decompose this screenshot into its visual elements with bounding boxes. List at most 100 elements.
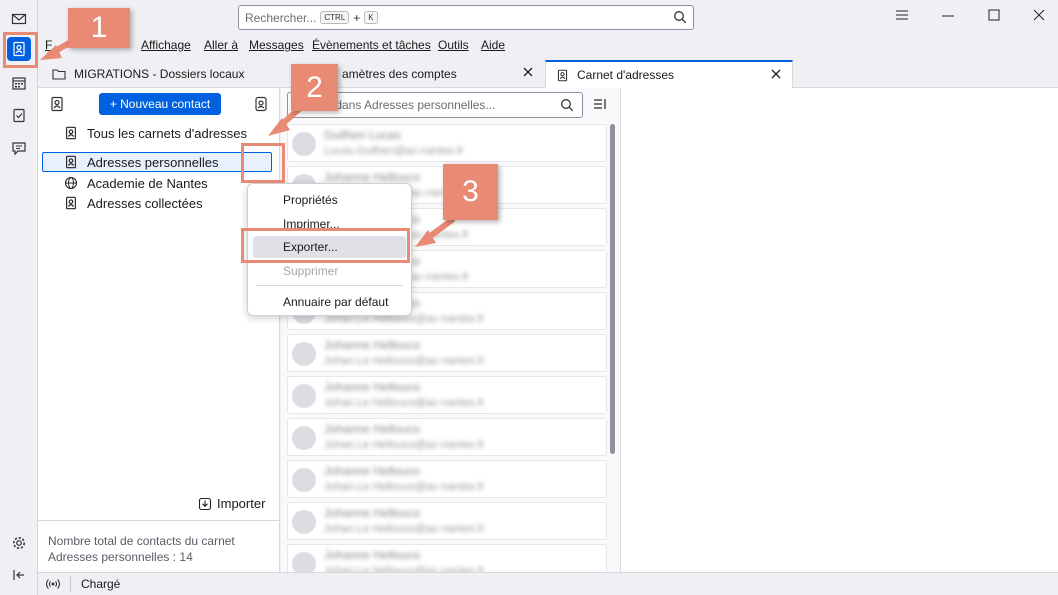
contact-card[interactable]: Johanne Hellouco Johan.Le Hellouco@ac-nan… [287, 334, 607, 372]
shortcut-key: K [364, 11, 378, 24]
contact-name: Johanne Hellouco [324, 422, 421, 436]
contacts-pane: r dans Adresses personnelles... Guilhen … [281, 88, 620, 582]
contact-card[interactable]: Johanne Hellouco Johan.Le Hellouco@ac-nan… [287, 502, 607, 540]
contact-card[interactable]: Guilhen Lucas Lucas.Guilhen@ac-nantes.fr [287, 124, 607, 162]
spaces-toolbar [0, 0, 38, 595]
tab-address-book[interactable]: Carnet d'adresses [545, 60, 793, 88]
callout-step-2: 2 [291, 64, 338, 111]
new-contact-button[interactable]: + Nouveau contact [99, 93, 221, 115]
menu-file-partial[interactable]: F [45, 38, 52, 52]
maximize-icon[interactable] [987, 8, 1001, 25]
book-all[interactable]: Tous les carnets d'adresses [40, 123, 274, 143]
new-address-book-icon[interactable] [49, 96, 65, 115]
book-label: Adresses collectées [87, 195, 203, 211]
close-window-icon[interactable] [1032, 8, 1046, 25]
search-placeholder: Rechercher... [245, 10, 317, 25]
menu-affichage[interactable]: Affichage [141, 38, 191, 52]
contact-card[interactable]: Johanne Hellouco Johan.Le Hellouco@ac-nan… [287, 418, 607, 456]
address-book-icon[interactable] [7, 37, 31, 61]
contact-email: Johan.Le Hellouco@ac-nantes.fr [324, 481, 485, 493]
new-directory-icon[interactable] [253, 96, 269, 115]
callout-step-1: 1 [68, 8, 130, 48]
online-status-icon[interactable] [46, 577, 60, 591]
menu-evenements[interactable]: Évènements et tâches [312, 38, 431, 52]
contact-email: Johan.Le Hellouco@ac-nantes.fr [324, 523, 485, 535]
book-personal[interactable]: Adresses personnelles [42, 152, 272, 172]
avatar [292, 384, 316, 408]
menu-item-default-directory[interactable]: Annuaire par défaut [248, 291, 411, 313]
tasks-icon[interactable] [7, 103, 31, 127]
menu-separator [256, 285, 403, 286]
avatar [292, 342, 316, 366]
address-book-icon [63, 125, 79, 141]
menu-bar: F Affichage Aller à Messages Évènements … [38, 36, 1058, 56]
contact-email: Johan.Le Hellouco@ac-nantes.fr [324, 397, 485, 409]
contact-card[interactable]: Johanne Hellouco Johan.Le Hellouco@ac-nan… [287, 376, 607, 414]
count-line-1: Nombre total de contacts du carnet [48, 534, 235, 548]
folder-icon [52, 68, 66, 80]
context-menu: Propriétés Imprimer... Exporter... Suppr… [247, 183, 412, 316]
tab-bar: MIGRATIONS - Dossiers locaux amètres des… [38, 56, 1058, 88]
global-search-input[interactable]: Rechercher... CTRL + K [238, 5, 694, 30]
scrollbar[interactable] [610, 124, 615, 454]
avatar [292, 132, 316, 156]
book-academie[interactable]: Academie de Nantes [40, 173, 274, 193]
tab-migrations[interactable]: MIGRATIONS - Dossiers locaux [42, 60, 292, 88]
address-books-pane: + Nouveau contact Tous les carnets d'adr… [38, 88, 280, 572]
status-text: Chargé [81, 577, 121, 591]
app-menu-icon[interactable] [895, 8, 909, 25]
menu-item-print[interactable]: Imprimer... [248, 213, 411, 235]
title-bar: Rechercher... CTRL + K [38, 0, 1058, 36]
contact-name: Johanne Hellouco [324, 170, 421, 184]
import-button[interactable]: Importer [198, 496, 265, 511]
mail-icon[interactable] [7, 7, 31, 31]
menu-item-export[interactable]: Exporter... [253, 236, 406, 258]
import-icon [198, 497, 212, 511]
contact-email: Johan.Le Hellouco@ac-nantes.fr [324, 439, 485, 451]
contact-name: Johanne Hellouco [324, 380, 421, 394]
search-icon[interactable] [560, 98, 574, 115]
tab-label: amètres des comptes [342, 67, 457, 81]
menu-outils[interactable]: Outils [438, 38, 469, 52]
address-book-icon [63, 154, 79, 170]
avatar [292, 468, 316, 492]
shortcut-plus: + [353, 10, 361, 25]
contact-email: Johan.Le Hellouco@ac-nantes.fr [324, 355, 485, 367]
contact-email: Lucas.Guilhen@ac-nantes.fr [324, 145, 464, 157]
address-book-icon [63, 195, 79, 211]
callout-step-3: 3 [443, 164, 498, 220]
tab-label: Carnet d'adresses [577, 68, 675, 82]
book-label: Tous les carnets d'adresses [87, 125, 248, 141]
minimize-icon[interactable] [941, 8, 955, 25]
menu-messages[interactable]: Messages [249, 38, 304, 52]
globe-icon [63, 175, 79, 191]
status-bar: Chargé [38, 572, 1058, 595]
avatar [292, 426, 316, 450]
contacts-search-placeholder: r dans Adresses personnelles... [328, 98, 496, 112]
menu-aller[interactable]: Aller à [204, 38, 238, 52]
chat-icon[interactable] [7, 136, 31, 160]
menu-aide[interactable]: Aide [481, 38, 505, 52]
close-tab-icon[interactable] [770, 67, 782, 83]
contact-name: Johanne Hellouco [324, 548, 421, 562]
settings-icon[interactable] [7, 531, 31, 555]
address-book-icon [556, 69, 569, 82]
collapse-toolbar-icon[interactable] [7, 563, 31, 587]
book-label: Adresses personnelles [87, 154, 219, 170]
close-tab-icon[interactable] [522, 65, 534, 81]
contact-name: Johanne Hellouco [324, 338, 421, 352]
contact-card[interactable]: Johanne Hellouco Johan.Le Hellouco@ac-nan… [287, 460, 607, 498]
count-line-2: Adresses personnelles : 14 [48, 550, 193, 564]
contact-name: Guilhen Lucas [324, 128, 401, 142]
contact-count: Nombre total de contacts du carnet Adres… [38, 520, 280, 572]
contact-name: Johanne Hellouco [324, 506, 421, 520]
tab-label: MIGRATIONS - Dossiers locaux [74, 67, 245, 81]
shortcut-ctrl: CTRL [320, 11, 350, 24]
book-collected[interactable]: Adresses collectées [40, 193, 274, 213]
avatar [292, 510, 316, 534]
list-options-icon[interactable] [593, 97, 607, 114]
status-divider [70, 576, 71, 592]
search-icon[interactable] [673, 10, 687, 27]
menu-item-properties[interactable]: Propriétés [248, 189, 411, 211]
calendar-icon[interactable] [7, 71, 31, 95]
